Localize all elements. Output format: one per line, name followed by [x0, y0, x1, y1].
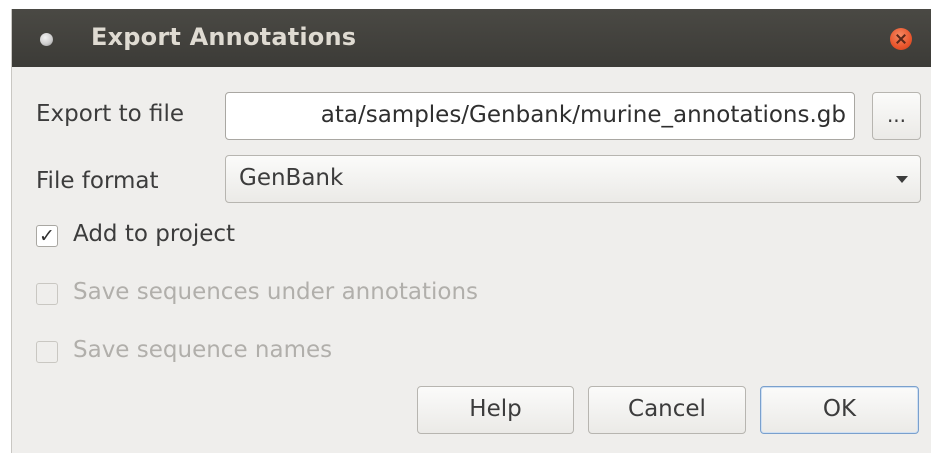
export-file-path: ata/samples/Genbank/murine_annotations.g… [320, 102, 846, 128]
add-to-project-checkbox[interactable]: ✓ [36, 225, 58, 247]
help-button[interactable]: Help [417, 386, 574, 434]
close-button[interactable] [890, 28, 912, 50]
save-sequences-checkbox [36, 283, 58, 305]
save-names-checkbox [36, 341, 58, 363]
save-sequences-label: Save sequences under annotations [73, 279, 479, 305]
ok-button[interactable]: OK [760, 386, 919, 434]
export-to-file-label: Export to file [36, 101, 185, 127]
file-format-label: File format [36, 168, 159, 194]
file-format-select[interactable]: GenBank [225, 155, 921, 203]
title-bar: Export Annotations [12, 9, 931, 67]
chevron-down-icon [896, 176, 908, 183]
browse-button[interactable]: ... [872, 92, 921, 140]
add-to-project-label[interactable]: Add to project [73, 221, 235, 247]
cancel-button[interactable]: Cancel [588, 386, 746, 434]
window-menu-icon[interactable] [40, 33, 53, 46]
export-file-input[interactable]: ata/samples/Genbank/murine_annotations.g… [225, 92, 855, 140]
dialog-title: Export Annotations [91, 23, 357, 51]
export-annotations-dialog: Export Annotations Export to file ata/sa… [11, 9, 931, 453]
save-names-label: Save sequence names [73, 337, 333, 363]
file-format-value: GenBank [239, 165, 344, 191]
